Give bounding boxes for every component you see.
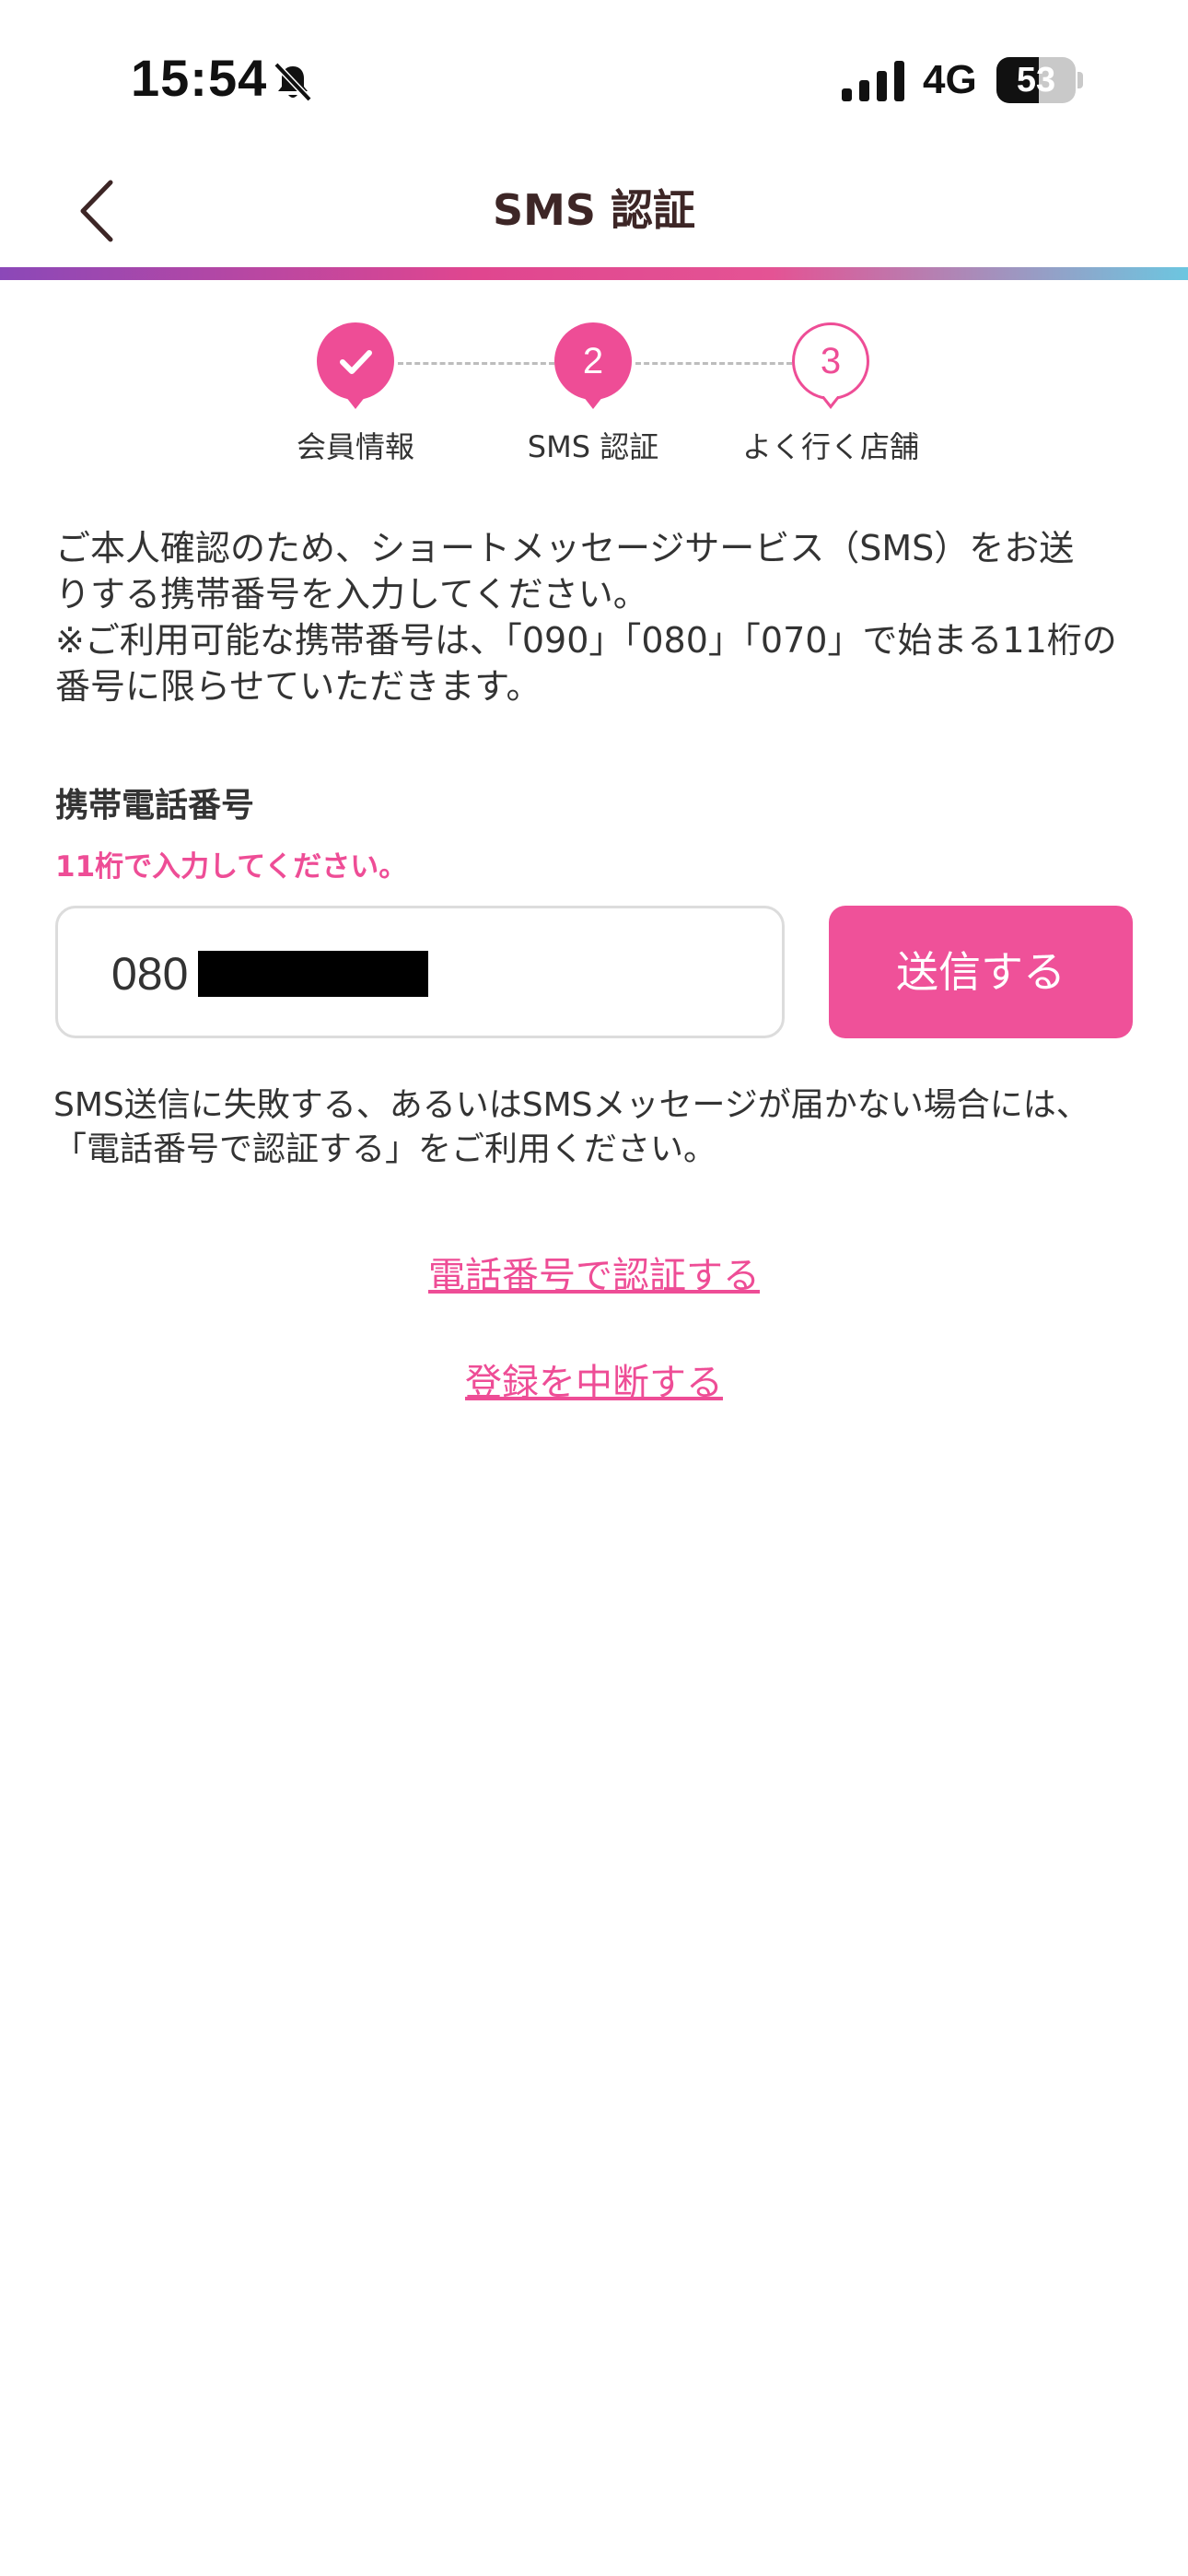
phone-number-value: 080 (111, 948, 189, 1000)
instructions-line: 番号に限らせていただきます。 (55, 666, 542, 707)
page-title: SMS 認証 (492, 185, 696, 235)
step-3-upcoming: 3 (792, 322, 869, 400)
header-gradient-bar (0, 267, 1188, 280)
battery-level: 53 (1016, 61, 1056, 100)
redacted-phone-digits (198, 951, 428, 997)
fallback-note: SMS送信に失敗する、あるいはSMSメッセージが届かない場合には、 「電話番号で… (53, 1083, 1149, 1172)
step-connector (398, 362, 554, 365)
battery-icon: 53 (996, 57, 1083, 103)
network-type: 4G (923, 57, 977, 102)
fallback-note-line: SMS送信に失敗する、あるいはSMSメッセージが届かない場合には、 (53, 1086, 1089, 1124)
phone-auth-link-label: 電話番号で認証する (428, 1255, 760, 1297)
step-1-completed (317, 322, 394, 400)
step-label: SMS 認証 (527, 429, 659, 464)
progress-stepper: 2 3 会員情報 SMS 認証 よく行く店舗 (0, 322, 1188, 479)
phone-field-hint: 11桁で入力してください。 (55, 850, 408, 884)
instructions-line: りする携帯番号を入力してください。 (55, 574, 648, 615)
step-number: 3 (820, 341, 842, 381)
instructions-text: ご本人確認のため、ショートメッセージサービス（SMS）をお送 りする携帯番号を入… (55, 525, 1142, 709)
step-label: 会員情報 (296, 429, 414, 464)
cancel-registration-link[interactable]: 登録を中断する (0, 1352, 1188, 1406)
status-time: 15:54 (131, 49, 268, 107)
phone-field-label: 携帯電話番号 (55, 787, 255, 825)
step-2-current: 2 (554, 322, 632, 400)
step-connector (635, 362, 792, 365)
send-button[interactable]: 送信する (829, 906, 1133, 1038)
sms-verification-screen: 15:54 4G 53 SMS 認証 2 3 会員情報 SMS 認証 よく行く店… (0, 0, 1188, 2576)
step-number: 2 (582, 341, 604, 381)
step-label: よく行く店舗 (741, 429, 919, 464)
cellular-signal-icon (842, 61, 904, 101)
instructions-line: ※ご利用可能な携帯番号は、「090」「080」「070」で始まる11桁の (55, 620, 1117, 661)
instructions-line: ご本人確認のため、ショートメッセージサービス（SMS）をお送 (55, 528, 1075, 568)
phone-auth-link[interactable]: 電話番号で認証する (0, 1246, 1188, 1299)
checkmark-icon (340, 350, 372, 374)
status-bar: 15:54 4G 53 (0, 0, 1188, 157)
navigation-header: SMS 認証 (0, 157, 1188, 267)
fallback-note-line: 「電話番号で認証する」をご利用ください。 (53, 1130, 717, 1168)
cancel-registration-link-label: 登録を中断する (465, 1362, 723, 1404)
phone-number-input[interactable]: 080 (55, 906, 785, 1038)
bell-muted-icon (274, 62, 312, 102)
